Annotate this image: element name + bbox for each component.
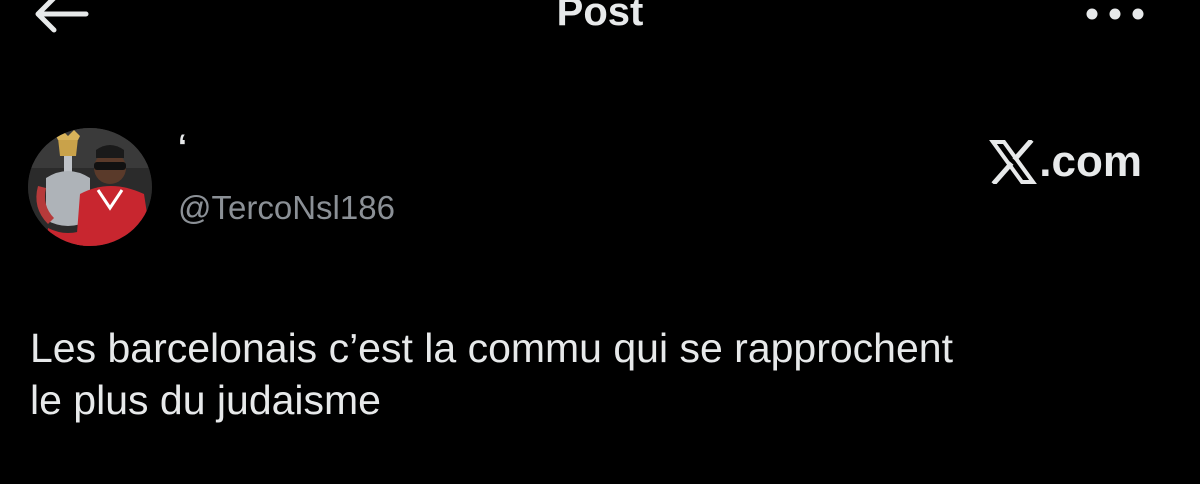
top-bar: Post [0, 0, 1200, 60]
avatar-photo [28, 128, 152, 246]
source-watermark: .com [989, 136, 1142, 188]
author-avatar[interactable] [28, 128, 152, 246]
x-logo-icon [989, 140, 1038, 184]
source-domain-text: .com [1039, 137, 1142, 186]
author-display-name[interactable]: ‘ [178, 128, 187, 164]
author-handle[interactable]: @TercoNsl186 [178, 188, 395, 228]
more-options-button[interactable] [1080, 2, 1150, 26]
more-horizontal-icon [1086, 8, 1144, 20]
post-body-text: Les barcelonais c’est la commu qui se ra… [30, 325, 953, 423]
page-title: Post [556, 0, 644, 34]
